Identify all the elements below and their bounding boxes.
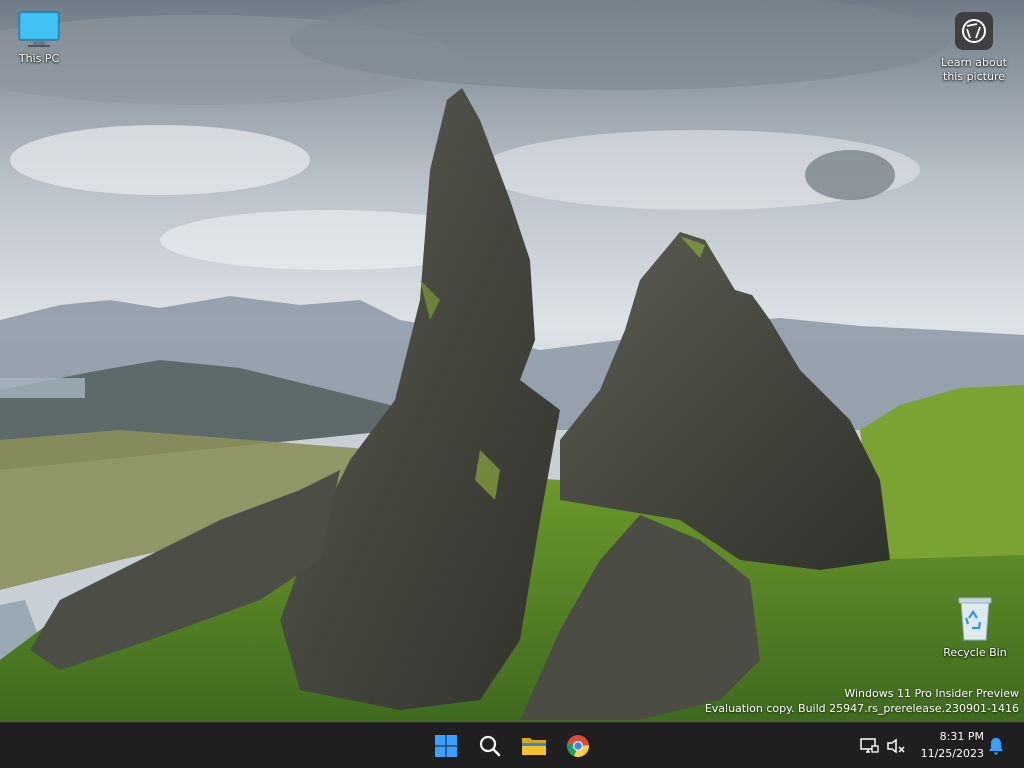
desktop-icon-this-pc[interactable]: This PC [1,10,77,66]
chrome-button[interactable] [558,727,598,765]
monitor-icon [18,11,60,47]
network-monitor-icon[interactable] [858,734,882,758]
desktop-icon-label: Recycle Bin [943,646,1007,659]
start-button[interactable] [426,727,466,765]
taskbar: 8:31 PM 11/25/2023 [0,722,1024,768]
desktop-icon-recycle-bin[interactable]: Recycle Bin [937,596,1013,660]
desktop-icon-learn-about-this-picture[interactable]: Learn about this picture [936,10,1012,84]
clock[interactable]: 8:31 PM 11/25/2023 [912,728,984,762]
windows-watermark: Windows 11 Pro Insider Preview Evaluatio… [705,686,1019,716]
search-button[interactable] [470,727,510,765]
wallpaper-image [0,0,1024,722]
desktop-icon-label: This PC [18,52,60,65]
file-explorer-button[interactable] [514,727,554,765]
watermark-build: Evaluation copy. Build 25947.rs_prerelea… [704,702,1019,715]
watermark-edition: Windows 11 Pro Insider Preview [844,687,1019,700]
clock-date: 11/25/2023 [920,747,984,760]
desktop[interactable]: This PC Learn about this picture Recycle… [0,0,1024,722]
desktop-icon-label: Learn about this picture [941,56,1007,83]
chrome-icon [567,735,589,758]
bell-icon[interactable] [984,734,1008,758]
recycle-bin-icon [958,597,992,641]
windows-start-icon [435,735,457,757]
speaker-muted-icon[interactable] [884,734,908,758]
clock-time: 8:31 PM [939,730,984,743]
folder-icon [522,738,546,755]
camera-aperture-icon [955,12,993,50]
search-icon [479,735,501,757]
